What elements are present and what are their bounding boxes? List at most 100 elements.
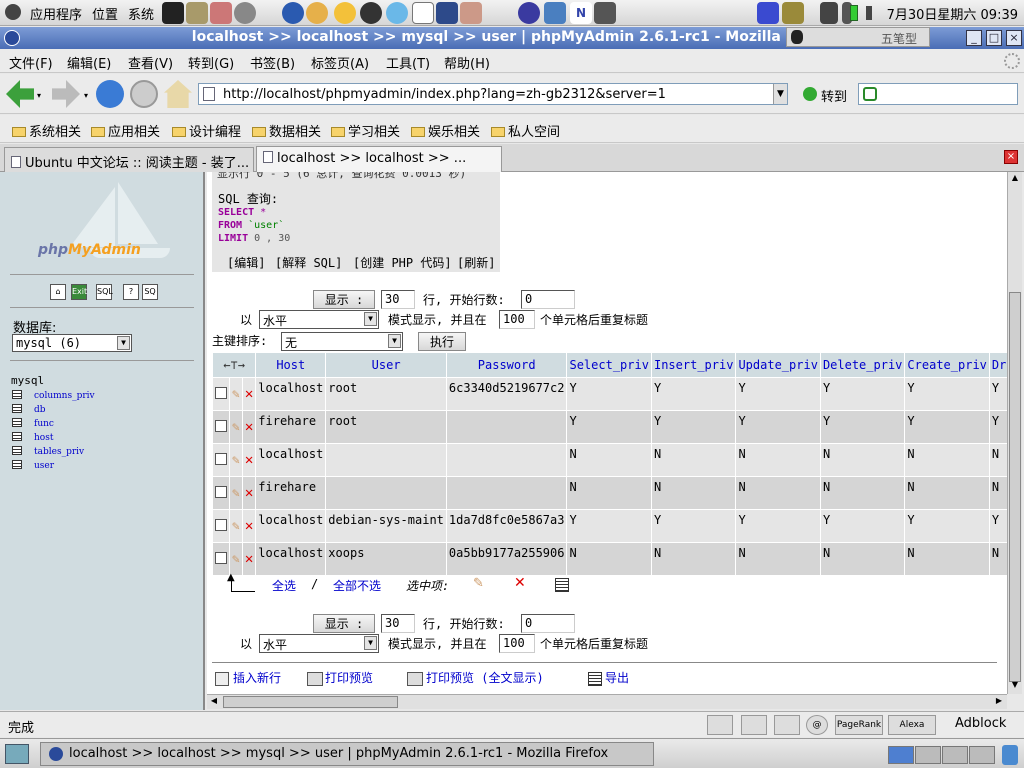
books-icon[interactable] — [782, 2, 804, 24]
go-button[interactable]: 转到 — [821, 86, 847, 105]
close-window-button[interactable]: × — [1006, 30, 1022, 46]
menu-tabs[interactable]: 标签页(A) — [311, 53, 369, 72]
exit-icon[interactable]: Exit — [71, 284, 87, 300]
menu-file[interactable]: 文件(F) — [9, 53, 53, 72]
execute-button[interactable]: 执行 — [418, 332, 466, 351]
insert-row-link[interactable]: 插入新行 — [233, 669, 281, 686]
document-icon[interactable] — [412, 2, 434, 24]
table-row[interactable]: ✎ ✕ firehare root Y Y Y Y Y Y — [213, 411, 1007, 443]
column-header-update-priv[interactable]: Update_priv — [736, 353, 820, 377]
menu-tools[interactable]: 工具(T) — [386, 53, 430, 72]
table-icon[interactable] — [12, 432, 22, 441]
n-app-icon[interactable]: N — [570, 2, 592, 24]
workspace-3[interactable] — [942, 746, 968, 764]
back-arrow-icon[interactable] — [6, 80, 34, 108]
upload-icon[interactable] — [774, 715, 800, 735]
url-dropdown-icon[interactable]: ▼ — [773, 84, 787, 104]
delete-x-icon[interactable]: ✕ — [245, 551, 253, 567]
table-row[interactable]: ✎ ✕ localhost N N N N N N — [213, 444, 1007, 476]
row-checkbox[interactable] — [215, 386, 227, 399]
delete-selected-icon[interactable]: ✕ — [514, 575, 526, 591]
column-header-create-priv[interactable]: Create_priv — [905, 353, 989, 377]
table-link-func[interactable]: func — [12, 418, 54, 429]
show-button-bottom[interactable]: 显示 : — [313, 614, 375, 633]
menu-bookmarks[interactable]: 书签(B) — [250, 53, 295, 72]
workspace-4[interactable] — [969, 746, 995, 764]
workspace-1[interactable] — [888, 746, 914, 764]
edit-pencil-icon[interactable]: ✎ — [232, 519, 240, 534]
sort-select[interactable]: 无 ▼ — [281, 332, 403, 351]
table-link-db[interactable]: db — [12, 404, 46, 415]
row-checkbox[interactable] — [215, 485, 227, 498]
menu-edit[interactable]: 编辑(E) — [67, 53, 111, 72]
table-row[interactable]: ✎ ✕ localhost xoops 0a5bb9177a255906 N N N N N N — [213, 543, 1007, 575]
delete-x-icon[interactable]: ✕ — [245, 518, 253, 534]
delete-x-icon[interactable]: ✕ — [245, 419, 253, 435]
terminal-icon[interactable] — [162, 2, 184, 24]
uncheck-all-link[interactable]: 全部不选 — [333, 577, 381, 594]
display-mode-select-bottom[interactable]: 水平 ▼ — [259, 634, 379, 653]
start-row-input-bottom[interactable]: 0 — [521, 614, 575, 633]
close-tab-button[interactable]: × — [1004, 150, 1018, 164]
bookmark-folder-study[interactable]: 学习相关 — [331, 121, 400, 140]
repeat-headers-input[interactable]: 100 — [499, 310, 535, 329]
show-desktop-icon[interactable] — [5, 744, 29, 764]
bookmark-folder-entertainment[interactable]: 娱乐相关 — [411, 121, 480, 140]
qq-penguin-icon[interactable] — [360, 2, 382, 24]
help-icon[interactable]: ? — [123, 284, 139, 300]
table-icon[interactable] — [12, 404, 22, 413]
table-link-tables-priv[interactable]: tables_priv — [12, 446, 84, 457]
sql-docs-icon[interactable]: SQ — [142, 284, 158, 300]
edit-pencil-icon[interactable]: ✎ — [232, 387, 240, 402]
column-header-drop-priv[interactable]: Dr — [989, 353, 1007, 377]
workspace-2[interactable] — [915, 746, 941, 764]
scroll-down-arrow-icon[interactable]: ▼ — [1009, 680, 1021, 692]
vertical-scrollbar[interactable]: ▲ ▼ — [1007, 172, 1022, 694]
table-link-user[interactable]: user — [12, 460, 54, 471]
printer-icon[interactable] — [407, 672, 423, 686]
sql-query-icon[interactable]: SQL — [96, 284, 113, 300]
system-menu[interactable]: 系统 — [128, 4, 154, 23]
table-link-host[interactable]: host — [12, 432, 53, 443]
ime-bar[interactable]: 五笔型 — [786, 27, 930, 47]
maximize-button[interactable]: □ — [986, 30, 1002, 46]
stop-icon[interactable] — [130, 80, 158, 108]
trash-icon[interactable] — [1002, 745, 1018, 765]
bookmark-folder-private[interactable]: 私人空间 — [491, 121, 560, 140]
url-bar[interactable]: http://localhost/phpmyadmin/index.php?la… — [198, 83, 788, 105]
column-header-host[interactable]: Host — [256, 353, 326, 377]
window-titlebar[interactable]: localhost >> localhost >> mysql >> user … — [0, 27, 1024, 49]
sql-link-create-php[interactable]: [创建 PHP 代码] — [353, 254, 452, 271]
games-icon[interactable] — [210, 2, 232, 24]
start-row-input[interactable]: 0 — [521, 290, 575, 309]
row-checkbox[interactable] — [215, 551, 227, 564]
delete-x-icon[interactable]: ✕ — [245, 452, 253, 468]
back-dropdown-icon[interactable]: ▾ — [37, 91, 41, 100]
search-input[interactable] — [858, 83, 1018, 105]
tab-ubuntu-forum[interactable]: Ubuntu 中文论坛 :: 阅读主题 - 装了... — [4, 147, 254, 172]
applications-menu[interactable]: 应用程序 — [30, 4, 82, 23]
reload-icon[interactable] — [96, 80, 124, 108]
delete-x-icon[interactable]: ✕ — [245, 386, 253, 402]
edit-selected-pencil-icon[interactable]: ✎ — [473, 576, 484, 591]
ime-penguin-icon[interactable] — [791, 30, 803, 44]
download-icon[interactable] — [741, 715, 767, 735]
column-header-insert-priv[interactable]: Insert_priv — [651, 353, 736, 377]
alexa-indicator[interactable]: Alexa — [888, 715, 936, 735]
offline-icon[interactable] — [707, 715, 733, 735]
delete-x-icon[interactable]: ✕ — [245, 485, 253, 501]
row-checkbox[interactable] — [215, 452, 227, 465]
sql-link-refresh[interactable]: [刷新] — [457, 254, 495, 271]
menu-view[interactable]: 查看(V) — [128, 53, 173, 72]
display-mode-select[interactable]: 水平 ▼ — [259, 310, 379, 329]
export-icon[interactable] — [588, 672, 602, 686]
column-resize-arrows[interactable]: ←⊤→ — [213, 353, 256, 377]
deer-icon[interactable] — [460, 2, 482, 24]
at-icon[interactable]: @ — [806, 715, 828, 735]
text-editor-icon[interactable] — [186, 2, 208, 24]
sql-link-edit[interactable]: [编辑] — [227, 254, 265, 271]
tab-phpmyadmin[interactable]: localhost >> localhost >> ... — [256, 146, 502, 173]
column-header-delete-priv[interactable]: Delete_priv — [820, 353, 905, 377]
scroll-right-arrow-icon[interactable]: ▶ — [993, 696, 1005, 708]
database-select[interactable]: mysql (6) ▼ — [12, 334, 132, 352]
